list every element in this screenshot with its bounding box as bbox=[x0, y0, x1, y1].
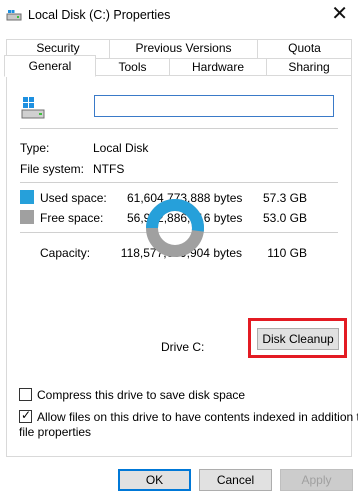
free-space-label: Free space: bbox=[40, 211, 104, 225]
drive-icon bbox=[6, 10, 22, 21]
compress-label: Compress this drive to save disk space bbox=[37, 388, 246, 402]
separator bbox=[20, 128, 338, 129]
index-checkbox[interactable]: ✓ bbox=[19, 408, 32, 423]
tab-quota[interactable]: Quota bbox=[257, 39, 352, 58]
type-value: Local Disk bbox=[93, 141, 149, 155]
type-label: Type: bbox=[20, 141, 50, 155]
used-space-label: Used space: bbox=[40, 191, 107, 205]
index-label-line2: file properties bbox=[19, 425, 92, 439]
tab-previous-versions-label: Previous Versions bbox=[135, 41, 232, 55]
title-bar: Local Disk (C:) Properties ✕ bbox=[0, 0, 358, 32]
capacity-gb: 110 GB bbox=[267, 246, 307, 260]
tab-hardware-label: Hardware bbox=[191, 60, 245, 74]
file-system-label: File system: bbox=[20, 162, 85, 176]
used-space-gb: 57.3 GB bbox=[262, 191, 307, 205]
apply-button[interactable]: Apply bbox=[280, 469, 353, 491]
tab-general[interactable]: General bbox=[4, 55, 96, 77]
tab-quota-label: Quota bbox=[288, 41, 321, 55]
cancel-button[interactable]: Cancel bbox=[199, 469, 272, 491]
highlight-box bbox=[248, 318, 347, 358]
file-system-value: NTFS bbox=[93, 162, 125, 176]
ok-button[interactable]: OK bbox=[118, 469, 191, 491]
separator bbox=[20, 182, 338, 183]
compress-checkbox[interactable] bbox=[19, 388, 32, 401]
drive-icon bbox=[21, 97, 45, 119]
drive-label: Drive C: bbox=[161, 340, 205, 354]
tab-previous-versions[interactable]: Previous Versions bbox=[109, 39, 258, 58]
window-title: Local Disk (C:) Properties bbox=[28, 8, 171, 22]
free-space-swatch bbox=[20, 210, 34, 224]
tab-general-label: General bbox=[28, 59, 72, 73]
close-icon[interactable]: ✕ bbox=[331, 4, 348, 24]
tab-tools-label: Tools bbox=[118, 60, 147, 74]
tab-security-label: Security bbox=[36, 41, 80, 55]
free-space-gb: 53.0 GB bbox=[262, 211, 307, 225]
checkmark-icon: ✓ bbox=[21, 408, 32, 422]
index-label-line1: Allow files on this drive to have conten… bbox=[37, 410, 358, 424]
tab-sharing-label: Sharing bbox=[288, 60, 330, 74]
drive-name-input[interactable] bbox=[94, 95, 334, 117]
capacity-label: Capacity: bbox=[40, 246, 91, 260]
disk-usage-donut bbox=[146, 199, 204, 257]
used-space-swatch bbox=[20, 190, 34, 204]
